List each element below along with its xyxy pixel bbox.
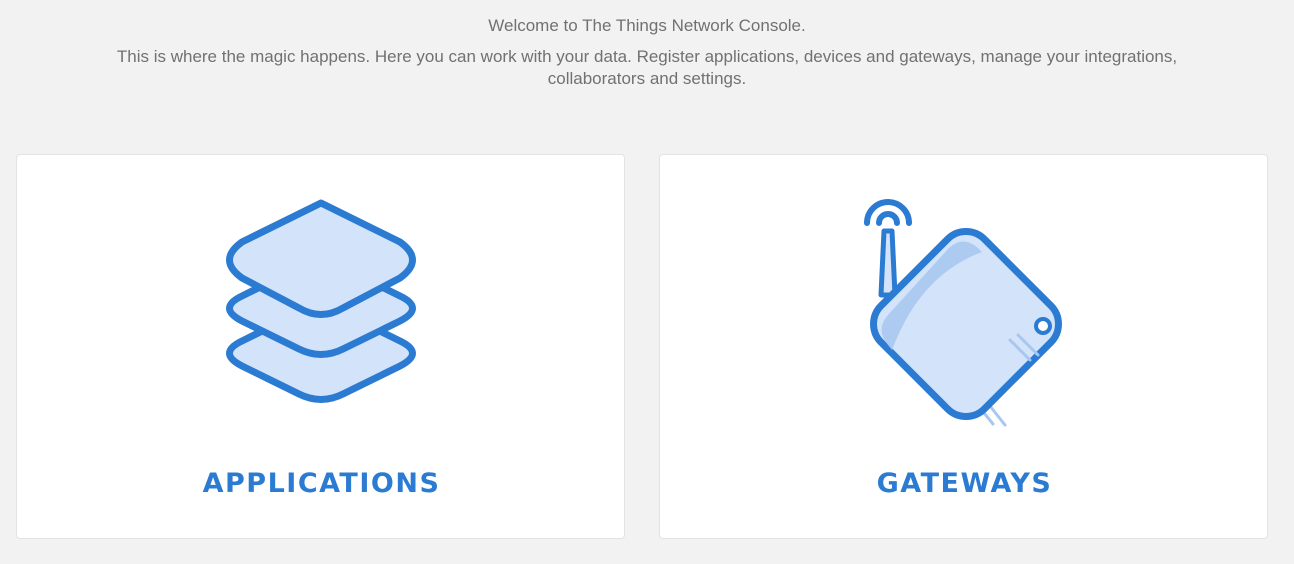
gateways-card[interactable]: GATEWAYS [659,154,1268,539]
welcome-text: Welcome to The Things Network Console. [488,16,806,35]
gateways-title: GATEWAYS [876,468,1053,499]
layers-icon [226,199,416,403]
gateway-icon [864,199,1062,427]
applications-card[interactable]: APPLICATIONS [16,154,625,539]
applications-title: APPLICATIONS [202,468,441,499]
signal-icon [864,199,912,226]
intro-description: This is where the magic happens. Here yo… [116,47,1178,88]
